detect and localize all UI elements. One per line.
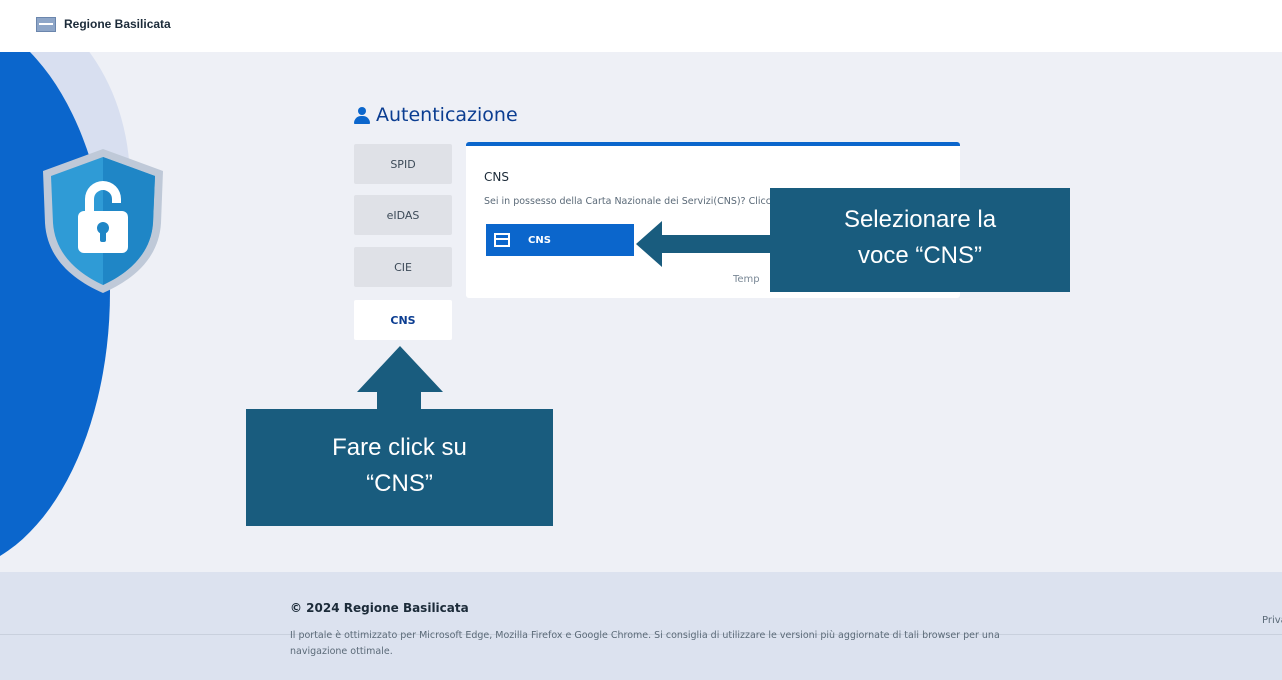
top-header: Regione Basilicata xyxy=(0,0,1282,52)
callout-click-line2: “CNS” xyxy=(366,470,433,497)
callout-select-line1: Selezionare la xyxy=(843,206,997,233)
tab-spid[interactable]: SPID xyxy=(354,144,452,184)
shield-lock-icon xyxy=(43,149,163,293)
card-icon xyxy=(494,233,510,247)
tab-cns[interactable]: CNS xyxy=(354,300,452,340)
auth-title: Autenticazione xyxy=(354,104,518,126)
footer-copyright: © 2024 Regione Basilicata xyxy=(290,601,469,615)
callout-click-line1: Fare click su xyxy=(332,434,467,461)
privacy-link[interactable]: Priva xyxy=(1262,615,1282,626)
main-content: Autenticazione SPID eIDAS CIE CNS CNS Se… xyxy=(0,52,1282,572)
auth-title-text: Autenticazione xyxy=(376,104,518,126)
panel-title: CNS xyxy=(484,170,509,184)
arrow-left-icon xyxy=(636,221,776,267)
callout-select-line2: voce “CNS” xyxy=(857,242,983,269)
panel-description: Sei in possesso della Carta Nazionale de… xyxy=(484,196,771,207)
region-crest-icon xyxy=(36,17,56,32)
instruction-callout-select: Selezionare la voce “CNS” xyxy=(770,188,1070,292)
tab-eidas[interactable]: eIDAS xyxy=(354,195,452,235)
cns-login-button[interactable]: CNS xyxy=(486,224,634,256)
arrow-up-icon xyxy=(357,346,443,410)
cns-login-button-label: CNS xyxy=(528,234,551,246)
user-icon xyxy=(354,106,370,124)
instruction-callout-click: Fare click su “CNS” xyxy=(246,409,553,526)
tab-cie[interactable]: CIE xyxy=(354,247,452,287)
page-footer: © 2024 Regione Basilicata Il portale è o… xyxy=(0,572,1282,680)
footer-browser-note: Il portale è ottimizzato per Microsoft E… xyxy=(290,630,1000,657)
brand-name[interactable]: Regione Basilicata xyxy=(64,17,171,31)
panel-footer-text: Temp xyxy=(733,274,760,285)
